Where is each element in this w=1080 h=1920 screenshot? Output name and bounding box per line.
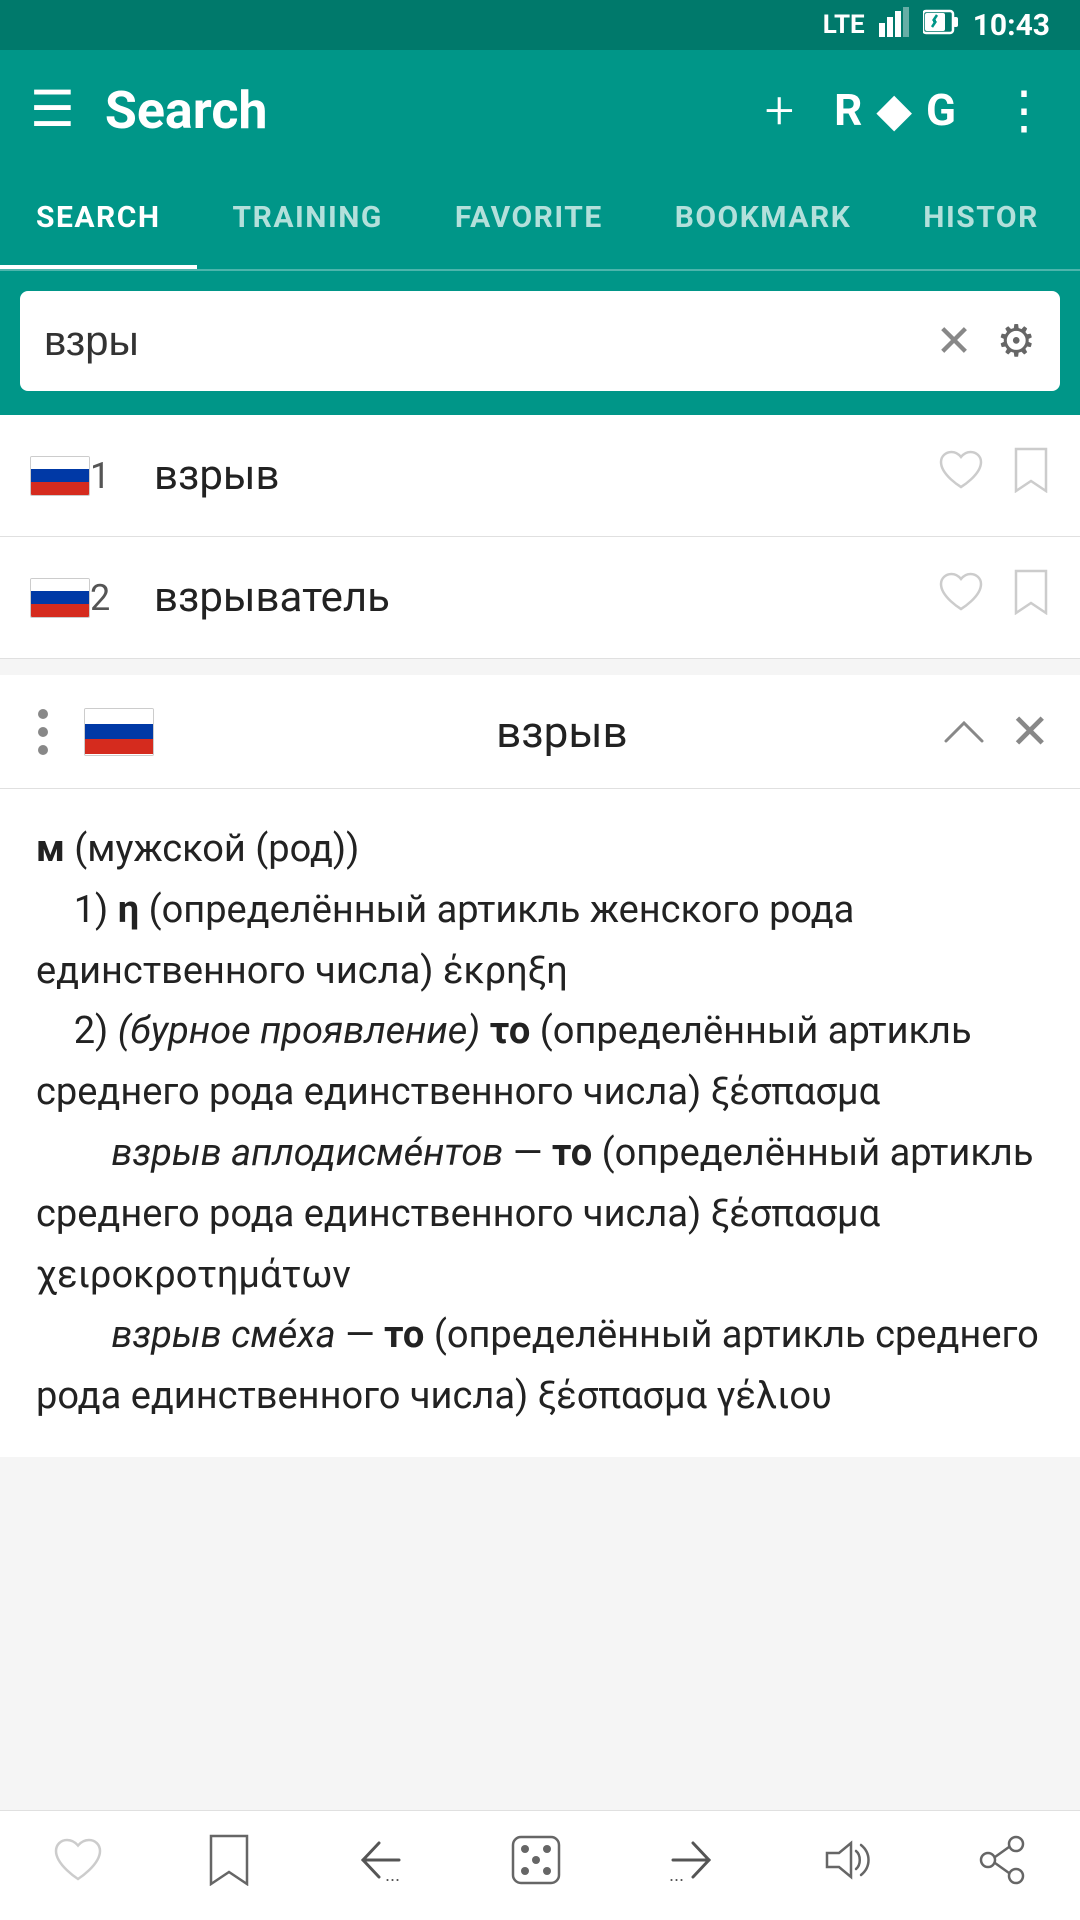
- bottom-forward-button[interactable]: ...: [665, 1837, 717, 1895]
- flag-icon-1: [30, 456, 90, 496]
- example-2: взрыв смéха: [111, 1313, 335, 1357]
- search-settings-button[interactable]: ⚙: [997, 315, 1036, 367]
- gender-label: м: [36, 827, 65, 871]
- bottom-dice-button[interactable]: [510, 1834, 562, 1898]
- detail-word: взрыв: [182, 706, 942, 758]
- detail-dots-button[interactable]: [30, 709, 56, 755]
- more-options-button[interactable]: ⋮: [998, 80, 1050, 141]
- bookmark-button-1[interactable]: [1012, 447, 1050, 504]
- tab-search[interactable]: SEARCH: [0, 170, 197, 269]
- app-title: Search: [105, 80, 765, 141]
- bookmark-button-2[interactable]: [1012, 569, 1050, 626]
- status-bar: LTE 10:43: [0, 0, 1080, 50]
- result-word-2: взрыватель: [154, 573, 938, 622]
- detail-close-button[interactable]: ✕: [1010, 703, 1050, 760]
- article-ex1: то: [552, 1131, 592, 1175]
- rdg-button[interactable]: R ◆ G: [834, 84, 958, 136]
- bottom-favorite-button[interactable]: [52, 1837, 104, 1895]
- results-list: 1 взрыв 2: [0, 415, 1080, 659]
- favorite-button-2[interactable]: [938, 571, 984, 624]
- detail-panel: взрыв ✕ м (мужской (род)) 1) η (определё…: [0, 675, 1080, 1457]
- example-1: взрыв аплодисмéнтов: [111, 1131, 503, 1175]
- meaning-2: (бурное проявление): [118, 1009, 480, 1053]
- status-icons: LTE 10:43: [823, 7, 1050, 44]
- result-actions-2: [938, 569, 1050, 626]
- tab-bookmark[interactable]: BOOKMARK: [639, 170, 888, 269]
- tab-training[interactable]: TRAINING: [197, 170, 419, 269]
- search-input[interactable]: [44, 317, 936, 365]
- favorite-button-1[interactable]: [938, 449, 984, 502]
- detail-flag: [84, 708, 154, 756]
- svg-text:...: ...: [385, 1865, 400, 1883]
- result-number-1: 1: [90, 455, 130, 497]
- result-item-1[interactable]: 1 взрыв: [0, 415, 1080, 537]
- bottom-volume-button[interactable]: [821, 1837, 873, 1895]
- battery-icon: [923, 7, 959, 44]
- bottom-share-button[interactable]: [976, 1834, 1028, 1898]
- time-display: 10:43: [973, 8, 1050, 43]
- definition-text: м (мужской (род)) 1) η (определённый арт…: [36, 819, 1044, 1427]
- tab-favorite[interactable]: FAVORITE: [419, 170, 639, 269]
- flag-icon-2: [30, 578, 90, 618]
- definition-content: м (мужской (род)) 1) η (определённый арт…: [0, 789, 1080, 1457]
- bottom-bookmark-button[interactable]: [207, 1834, 251, 1898]
- bottom-back-button[interactable]: ...: [355, 1837, 407, 1895]
- article-ex2: то: [384, 1313, 424, 1357]
- detail-collapse-button[interactable]: [942, 706, 986, 758]
- search-container: ✕ ⚙: [0, 271, 1080, 415]
- result-item-2[interactable]: 2 взрыватель: [0, 537, 1080, 659]
- tab-history[interactable]: HISTOR: [887, 170, 1075, 269]
- svg-text:...: ...: [669, 1865, 684, 1883]
- app-bar: ☰ Search + R ◆ G ⋮: [0, 50, 1080, 170]
- main-content: 1 взрыв 2: [0, 415, 1080, 1577]
- bottom-toolbar: ... ...: [0, 1810, 1080, 1920]
- result-number-2: 2: [90, 577, 130, 619]
- result-actions-1: [938, 447, 1050, 504]
- tabs-bar: SEARCH TRAINING FAVORITE BOOKMARK HISTOR: [0, 170, 1080, 271]
- search-box: ✕ ⚙: [20, 291, 1060, 391]
- article-1: η: [118, 888, 139, 932]
- add-button[interactable]: +: [765, 80, 794, 141]
- menu-icon[interactable]: ☰: [30, 85, 75, 135]
- detail-header: взрыв ✕: [0, 675, 1080, 789]
- app-bar-actions: + R ◆ G ⋮: [765, 80, 1050, 141]
- result-word-1: взрыв: [154, 451, 938, 500]
- lte-icon: LTE: [823, 10, 865, 40]
- article-2: το: [490, 1009, 531, 1053]
- signal-icon: [879, 7, 909, 44]
- search-clear-button[interactable]: ✕: [936, 315, 973, 367]
